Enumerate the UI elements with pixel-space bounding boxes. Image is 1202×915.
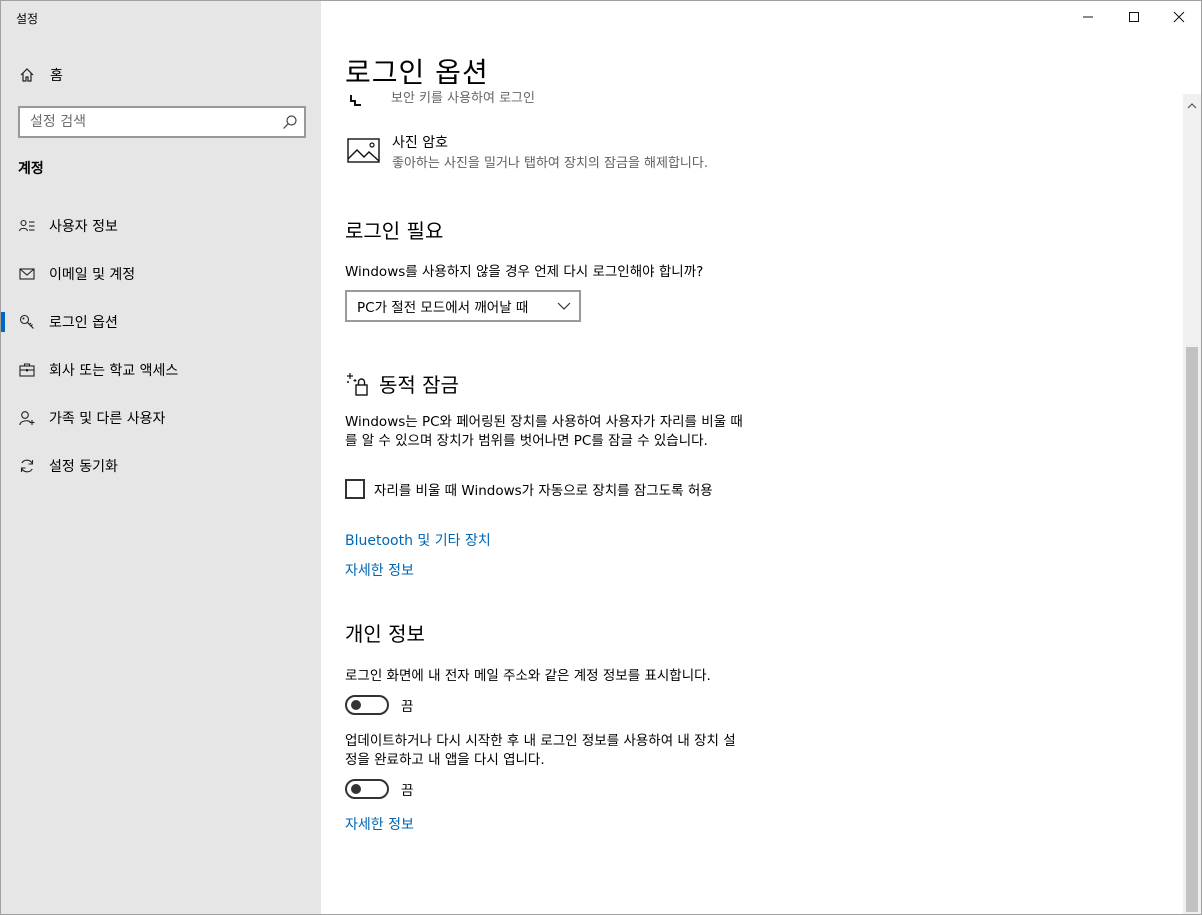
search-icon[interactable] bbox=[282, 114, 298, 130]
home-label: 홈 bbox=[50, 68, 63, 84]
sidebar-item-signin-options[interactable]: 로그인 옵션 bbox=[1, 302, 321, 342]
picture-password-title[interactable]: 사진 암호 bbox=[392, 132, 448, 152]
chevron-down-icon bbox=[557, 299, 571, 313]
toggle-knob bbox=[351, 700, 361, 710]
picture-password-description: 좋아하는 사진을 밀거나 탭하여 장치의 잠금을 해제합니다. bbox=[392, 156, 708, 171]
privacy-setting2-text-2: 정을 완료하고 내 앱을 다시 엽니다. bbox=[345, 752, 545, 768]
clipped-security-key-row[interactable]: 보안 키를 사용하여 로그인 bbox=[345, 91, 535, 107]
briefcase-icon bbox=[18, 361, 36, 379]
sidebar-item-label: 회사 또는 학교 액세스 bbox=[49, 363, 179, 379]
require-signin-dropdown[interactable]: PC가 절전 모드에서 깨어날 때 bbox=[345, 290, 581, 322]
sidebar-item-family[interactable]: 가족 및 다른 사용자 bbox=[1, 398, 321, 438]
require-signin-question: Windows를 사용하지 않을 경우 언제 다시 로그인해야 합니까? bbox=[345, 264, 704, 280]
sidebar-item-label: 이메일 및 계정 bbox=[49, 267, 136, 283]
dropdown-value: PC가 절전 모드에서 깨어날 때 bbox=[357, 300, 529, 316]
dynamic-lock-checkbox-label: 자리를 비울 때 Windows가 자동으로 장치를 잠그도록 허용 bbox=[374, 483, 713, 499]
user-info-icon bbox=[18, 217, 36, 235]
app-title: 설정 bbox=[16, 12, 39, 26]
dynamic-lock-heading: 동적 잠금 bbox=[379, 373, 459, 397]
sidebar-item-label: 로그인 옵션 bbox=[49, 315, 118, 331]
privacy-setting1-toggle[interactable] bbox=[345, 695, 389, 715]
chevron-up-icon bbox=[1187, 95, 1197, 114]
sidebar-item-work-school[interactable]: 회사 또는 학교 액세스 bbox=[1, 350, 321, 390]
sidebar: 설정 홈 계정 사용자 정보 이메일 및 계정 bbox=[1, 1, 321, 914]
security-key-icon bbox=[345, 91, 367, 107]
scroll-up-button[interactable] bbox=[1183, 96, 1201, 112]
key-icon bbox=[18, 313, 36, 331]
dynamic-lock-description-2: 를 알 수 있으며 장치가 범위를 벗어나면 PC를 잠글 수 있습니다. bbox=[345, 433, 708, 449]
dynamic-lock-checkbox-row[interactable]: 자리를 비울 때 Windows가 자동으로 장치를 잠그도록 허용 bbox=[345, 478, 713, 500]
toggle-state-label: 끔 bbox=[401, 783, 414, 799]
home-nav-item[interactable]: 홈 bbox=[18, 63, 63, 87]
settings-window: 설정 홈 계정 사용자 정보 이메일 및 계정 bbox=[0, 0, 1202, 915]
dynamic-lock-description-1: Windows는 PC와 페어링된 장치를 사용하여 사용자가 자리를 비울 때 bbox=[345, 414, 743, 430]
sidebar-item-label: 사용자 정보 bbox=[49, 219, 118, 235]
dynamic-lock-header: 동적 잠금 bbox=[345, 369, 459, 398]
privacy-setting2-toggle[interactable] bbox=[345, 779, 389, 799]
page-title: 로그인 옵션 bbox=[345, 56, 489, 89]
section-label: 계정 bbox=[18, 161, 44, 177]
privacy-more-info-link[interactable]: 자세한 정보 bbox=[345, 814, 414, 834]
scroll-thumb[interactable] bbox=[1186, 347, 1198, 912]
privacy-setting2-text-1: 업데이트하거나 다시 시작한 후 내 로그인 정보를 사용하여 내 장치 설 bbox=[345, 733, 736, 749]
toggle-state-label: 끔 bbox=[401, 699, 414, 715]
privacy-setting1-row: 끔 bbox=[345, 694, 413, 716]
search-box[interactable] bbox=[18, 106, 306, 138]
sidebar-item-email[interactable]: 이메일 및 계정 bbox=[1, 254, 321, 294]
sync-icon bbox=[18, 457, 36, 475]
require-signin-heading: 로그인 필요 bbox=[345, 219, 444, 243]
bluetooth-devices-link[interactable]: Bluetooth 및 기타 장치 bbox=[345, 530, 491, 550]
security-key-text: 보안 키를 사용하여 로그인 bbox=[391, 91, 535, 106]
mail-icon bbox=[18, 265, 36, 283]
picture-password-icon bbox=[347, 137, 381, 165]
dynamic-lock-checkbox[interactable] bbox=[345, 479, 365, 499]
add-user-icon bbox=[18, 409, 36, 427]
sidebar-item-label: 가족 및 다른 사용자 bbox=[49, 411, 166, 427]
search-input[interactable] bbox=[20, 108, 270, 136]
sidebar-item-label: 설정 동기화 bbox=[49, 459, 118, 475]
privacy-setting2-row: 끔 bbox=[345, 778, 413, 800]
privacy-heading: 개인 정보 bbox=[345, 622, 425, 646]
dynamic-lock-more-info-link[interactable]: 자세한 정보 bbox=[345, 560, 414, 580]
privacy-setting1-text: 로그인 화면에 내 전자 메일 주소와 같은 계정 정보를 표시합니다. bbox=[345, 668, 711, 684]
sidebar-item-user-info[interactable]: 사용자 정보 bbox=[1, 206, 321, 246]
toggle-knob bbox=[351, 784, 361, 794]
sidebar-item-sync[interactable]: 설정 동기화 bbox=[1, 446, 321, 486]
dynamic-lock-icon bbox=[345, 371, 371, 397]
home-icon bbox=[18, 66, 36, 84]
vertical-scrollbar[interactable] bbox=[1183, 94, 1201, 914]
main-content: 로그인 옵션 보안 키를 사용하여 로그인 사진 암호 좋아하는 사진을 밀거나… bbox=[321, 1, 1183, 914]
